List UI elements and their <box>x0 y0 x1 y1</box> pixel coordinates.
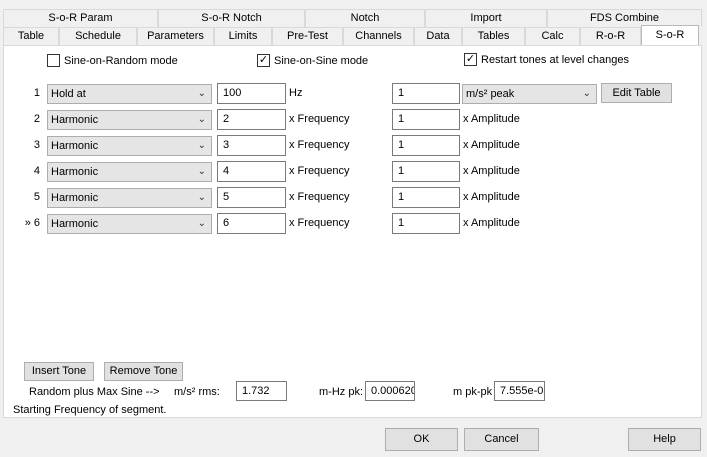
amplitude-unit-select[interactable]: m/s² peak ⌄ <box>462 84 597 104</box>
cancel-button[interactable]: Cancel <box>464 428 539 451</box>
tab-parameters[interactable]: Parameters <box>137 27 214 45</box>
amplitude-unit-value: m/s² peak <box>466 88 515 100</box>
chevron-down-icon: ⌄ <box>197 88 206 99</box>
summary-label: Random plus Max Sine --> <box>29 386 160 398</box>
checkbox-label: Sine-on-Random mode <box>64 54 178 67</box>
checkbox-box[interactable] <box>47 54 60 67</box>
chevron-down-icon: ⌄ <box>197 192 206 203</box>
tone-unit-label: x Frequency <box>289 217 350 229</box>
row-number: 1 <box>33 87 40 99</box>
tone-type-value: Harmonic <box>51 192 99 204</box>
tone-amplitude-input[interactable]: 1 <box>392 83 460 104</box>
tone-type-value: Harmonic <box>51 114 99 126</box>
rms-value-field[interactable]: 1.732 <box>236 381 287 401</box>
chevron-down-icon: ⌄ <box>197 140 206 151</box>
tone-amplitude-input[interactable]: 1 <box>392 135 460 156</box>
row-number: 3 <box>33 139 40 151</box>
row-number: 2 <box>33 113 40 125</box>
ok-button[interactable]: OK <box>385 428 458 451</box>
checkbox-box[interactable]: ✓ <box>464 53 477 66</box>
tab-channels[interactable]: Channels <box>343 27 414 45</box>
tone-type-select[interactable]: Harmonic ⌄ <box>47 110 212 130</box>
tone-type-value: Harmonic <box>51 166 99 178</box>
tab-calc[interactable]: Calc <box>525 27 580 45</box>
status-text: Starting Frequency of segment. <box>13 404 167 416</box>
tone-type-value: Harmonic <box>51 140 99 152</box>
tone-unit-label: x Frequency <box>289 165 350 177</box>
amplitude-unit-label: x Amplitude <box>463 191 520 203</box>
amplitude-unit-label: x Amplitude <box>463 165 520 177</box>
tone-value-input[interactable]: 2 <box>217 109 286 130</box>
tab-r-o-r[interactable]: R-o-R <box>580 27 641 45</box>
rms-label: m/s² rms: <box>174 386 220 398</box>
tab-sor-param[interactable]: S-o-R Param <box>3 9 158 27</box>
tab-row-top: S-o-R Param S-o-R Notch Notch Import FDS… <box>0 9 707 27</box>
tab-schedule[interactable]: Schedule <box>59 27 137 45</box>
tone-unit-label: Hz <box>289 87 303 99</box>
amplitude-unit-label: x Amplitude <box>463 217 520 229</box>
row-number: 5 <box>33 191 40 203</box>
tab-import[interactable]: Import <box>425 9 547 27</box>
tab-data[interactable]: Data <box>414 27 462 45</box>
chevron-down-icon: ⌄ <box>197 166 206 177</box>
row-number: » 6 <box>24 217 40 229</box>
checkbox-label: Sine-on-Sine mode <box>274 54 369 67</box>
sine-on-random-checkbox[interactable]: Sine-on-Random mode <box>47 54 178 67</box>
tone-type-select[interactable]: Harmonic ⌄ <box>47 214 212 234</box>
insert-tone-button[interactable]: Insert Tone <box>24 362 94 381</box>
tab-sor-notch[interactable]: S-o-R Notch <box>158 9 305 27</box>
tone-type-select[interactable]: Harmonic ⌄ <box>47 162 212 182</box>
amplitude-unit-label: x Amplitude <box>463 113 520 125</box>
tab-table[interactable]: Table <box>3 27 59 45</box>
tone-type-value: Hold at <box>51 88 86 100</box>
mhz-pk-label: m-Hz pk: <box>319 386 363 398</box>
tone-amplitude-input[interactable]: 1 <box>392 109 460 130</box>
tone-type-value: Harmonic <box>51 218 99 230</box>
tab-tables[interactable]: Tables <box>462 27 525 45</box>
tab-pre-test[interactable]: Pre-Test <box>272 27 343 45</box>
restart-tones-checkbox[interactable]: ✓ Restart tones at level changes <box>464 53 629 66</box>
tone-type-select[interactable]: Harmonic ⌄ <box>47 188 212 208</box>
tone-value-input[interactable]: 4 <box>217 161 286 182</box>
tone-type-select[interactable]: Harmonic ⌄ <box>47 136 212 156</box>
sine-on-sine-checkbox[interactable]: ✓ Sine-on-Sine mode <box>257 54 368 67</box>
amplitude-unit-label: x Amplitude <box>463 139 520 151</box>
edit-table-button[interactable]: Edit Table <box>601 83 672 103</box>
tab-row-bottom: Table Schedule Parameters Limits Pre-Tes… <box>0 25 707 45</box>
tab-s-o-r[interactable]: S-o-R <box>641 25 699 45</box>
checkbox-label: Restart tones at level changes <box>481 53 629 66</box>
pk-pk-value-field[interactable]: 7.555e-0 <box>494 381 545 401</box>
chevron-down-icon: ⌄ <box>197 114 206 125</box>
tone-unit-label: x Frequency <box>289 113 350 125</box>
help-button[interactable]: Help <box>628 428 701 451</box>
tone-amplitude-input[interactable]: 1 <box>392 161 460 182</box>
chevron-down-icon: ⌄ <box>197 218 206 229</box>
pk-pk-label: m pk-pk <box>453 386 493 398</box>
checkbox-box[interactable]: ✓ <box>257 54 270 67</box>
tone-unit-label: x Frequency <box>289 139 350 151</box>
tab-notch[interactable]: Notch <box>305 9 425 27</box>
tone-type-select[interactable]: Hold at ⌄ <box>47 84 212 104</box>
tone-unit-label: x Frequency <box>289 191 350 203</box>
tone-amplitude-input[interactable]: 1 <box>392 187 460 208</box>
tone-value-input[interactable]: 6 <box>217 213 286 234</box>
tone-value-input[interactable]: 5 <box>217 187 286 208</box>
tone-value-input[interactable]: 3 <box>217 135 286 156</box>
remove-tone-button[interactable]: Remove Tone <box>104 362 183 381</box>
row-number: 4 <box>33 165 40 177</box>
mhz-pk-value-field[interactable]: 0.000620 <box>365 381 415 401</box>
chevron-down-icon: ⌄ <box>582 88 591 99</box>
tab-limits[interactable]: Limits <box>214 27 272 45</box>
tone-value-input[interactable]: 100 <box>217 83 286 104</box>
tone-amplitude-input[interactable]: 1 <box>392 213 460 234</box>
